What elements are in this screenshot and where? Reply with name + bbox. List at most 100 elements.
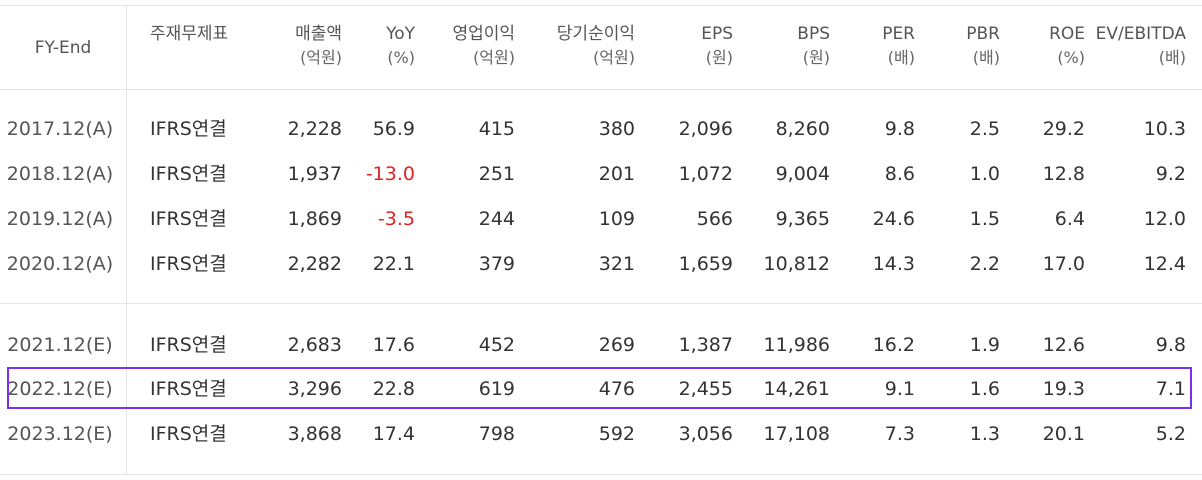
header-pbr-title: PBR (966, 24, 1000, 44)
cell-fy-end: 2021.12(E) (7, 334, 113, 356)
header-roe: ROE (%) (1000, 22, 1085, 74)
cell-statement-type: IFRS연결 (150, 423, 227, 445)
cell-ev-ebitda: 12.0 (1143, 208, 1186, 230)
cell-revenue: 2,228 (287, 118, 342, 140)
section-divider (0, 303, 1202, 304)
cell-operating-profit: 251 (478, 163, 515, 185)
cell-roe: 6.4 (1054, 208, 1085, 230)
cell-operating-profit: 452 (478, 334, 515, 356)
cell-revenue: 2,282 (287, 253, 342, 275)
cell-pbr: 1.0 (969, 163, 1000, 185)
cell-net-income: 380 (598, 118, 635, 140)
cell-per: 7.3 (884, 423, 915, 445)
cell-roe: 29.2 (1042, 118, 1085, 140)
header-operating-profit: 영업이익 (억원) (415, 22, 515, 74)
cell-ev-ebitda: 9.2 (1155, 163, 1186, 185)
cell-per: 16.2 (872, 334, 915, 356)
cell-eps: 1,659 (678, 253, 733, 275)
cell-yoy: -3.5 (377, 208, 415, 230)
cell-revenue: 1,937 (287, 163, 342, 185)
cell-operating-profit: 244 (478, 208, 515, 230)
header-operating-profit-title: 영업이익 (452, 24, 515, 44)
header-revenue-unit: (억원) (300, 48, 342, 67)
header-operating-profit-unit: (억원) (473, 48, 515, 67)
cell-eps: 1,387 (678, 334, 733, 356)
cell-net-income: 592 (598, 423, 635, 445)
cell-per: 24.6 (872, 208, 915, 230)
cell-fy-end: 2018.12(A) (6, 163, 114, 185)
table-top-border (0, 5, 1202, 6)
cell-per: 14.3 (872, 253, 915, 275)
cell-statement-type: IFRS연결 (150, 163, 227, 185)
header-net-income-title: 당기순이익 (556, 24, 635, 44)
cell-yoy: 17.6 (372, 334, 415, 356)
cell-pbr: 1.5 (969, 208, 1000, 230)
cell-eps: 566 (696, 208, 733, 230)
cell-eps: 2,096 (678, 118, 733, 140)
header-ev-ebitda-unit: (배) (1158, 48, 1186, 67)
header-ev-ebitda-title: EV/EBITDA (1095, 24, 1186, 44)
cell-per: 9.8 (884, 118, 915, 140)
header-revenue-title: 매출액 (295, 24, 342, 44)
cell-fy-end: 2017.12(A) (6, 118, 114, 140)
cell-ev-ebitda: 12.4 (1143, 253, 1186, 275)
header-per: PER (배) (830, 22, 915, 74)
financial-summary-table: FY-End 주재무제표 매출액 (억원) YoY (%) 영업이익 (억원) … (0, 0, 1202, 480)
cell-roe: 12.6 (1042, 334, 1085, 356)
cell-bps: 11,986 (763, 334, 830, 356)
table-bottom-border (0, 474, 1202, 475)
header-eps-unit: (원) (705, 48, 733, 67)
cell-revenue: 2,683 (287, 334, 342, 356)
cell-eps: 1,072 (678, 163, 733, 185)
header-ev-ebitda: EV/EBITDA (배) (1085, 22, 1186, 74)
header-bps: BPS (원) (733, 22, 830, 74)
cell-roe: 12.8 (1042, 163, 1085, 185)
cell-statement-type: IFRS연결 (150, 334, 227, 356)
header-fy-end-title: FY-End (34, 38, 92, 58)
header-pbr: PBR (배) (915, 22, 1000, 74)
cell-yoy: -13.0 (365, 163, 415, 185)
cell-bps: 17,108 (763, 423, 830, 445)
table-row: 2020.12(A) IFRS연결 2,282 22.1 379 321 1,659 10,8… (0, 244, 1202, 284)
table-row: 2017.12(A) IFRS연결 2,228 56.9 415 380 2,096 8,26… (0, 109, 1202, 149)
header-net-income-unit: (억원) (593, 48, 635, 67)
cell-pbr: 1.9 (969, 334, 1000, 356)
cell-fy-end: 2019.12(A) (6, 208, 114, 230)
cell-pbr: 2.2 (969, 253, 1000, 275)
cell-yoy: 22.1 (372, 253, 415, 275)
header-bps-title: BPS (797, 24, 830, 44)
cell-eps: 3,056 (678, 423, 733, 445)
cell-net-income: 201 (598, 163, 635, 185)
cell-bps: 9,004 (775, 163, 830, 185)
header-yoy-unit: (%) (387, 48, 415, 67)
header-per-unit: (배) (887, 48, 915, 67)
header-revenue: 매출액 (억원) (250, 22, 342, 74)
cell-net-income: 269 (598, 334, 635, 356)
cell-statement-type: IFRS연결 (150, 253, 227, 275)
table-row: 2023.12(E) IFRS연결 3,868 17.4 798 592 3,056 17,1… (0, 414, 1202, 454)
header-roe-unit: (%) (1057, 48, 1085, 67)
header-net-income: 당기순이익 (억원) (515, 22, 635, 74)
header-pbr-unit: (배) (972, 48, 1000, 67)
cell-revenue: 1,869 (287, 208, 342, 230)
cell-ev-ebitda: 5.2 (1155, 423, 1186, 445)
cell-pbr: 2.5 (969, 118, 1000, 140)
cell-statement-type: IFRS연결 (150, 208, 227, 230)
header-bps-unit: (원) (802, 48, 830, 67)
cell-revenue: 3,868 (287, 423, 342, 445)
cell-operating-profit: 798 (478, 423, 515, 445)
header-fy-end: FY-End (0, 22, 126, 74)
cell-bps: 8,260 (775, 118, 830, 140)
cell-bps: 9,365 (775, 208, 830, 230)
cell-net-income: 321 (598, 253, 635, 275)
cell-operating-profit: 379 (478, 253, 515, 275)
header-roe-title: ROE (1049, 24, 1085, 44)
cell-net-income: 109 (598, 208, 635, 230)
header-per-title: PER (882, 24, 915, 44)
header-statement-type: 주재무제표 (150, 22, 260, 74)
cell-ev-ebitda: 9.8 (1155, 334, 1186, 356)
header-yoy-title: YoY (386, 24, 415, 44)
cell-bps: 10,812 (763, 253, 830, 275)
cell-ev-ebitda: 10.3 (1143, 118, 1186, 140)
cell-roe: 17.0 (1042, 253, 1085, 275)
